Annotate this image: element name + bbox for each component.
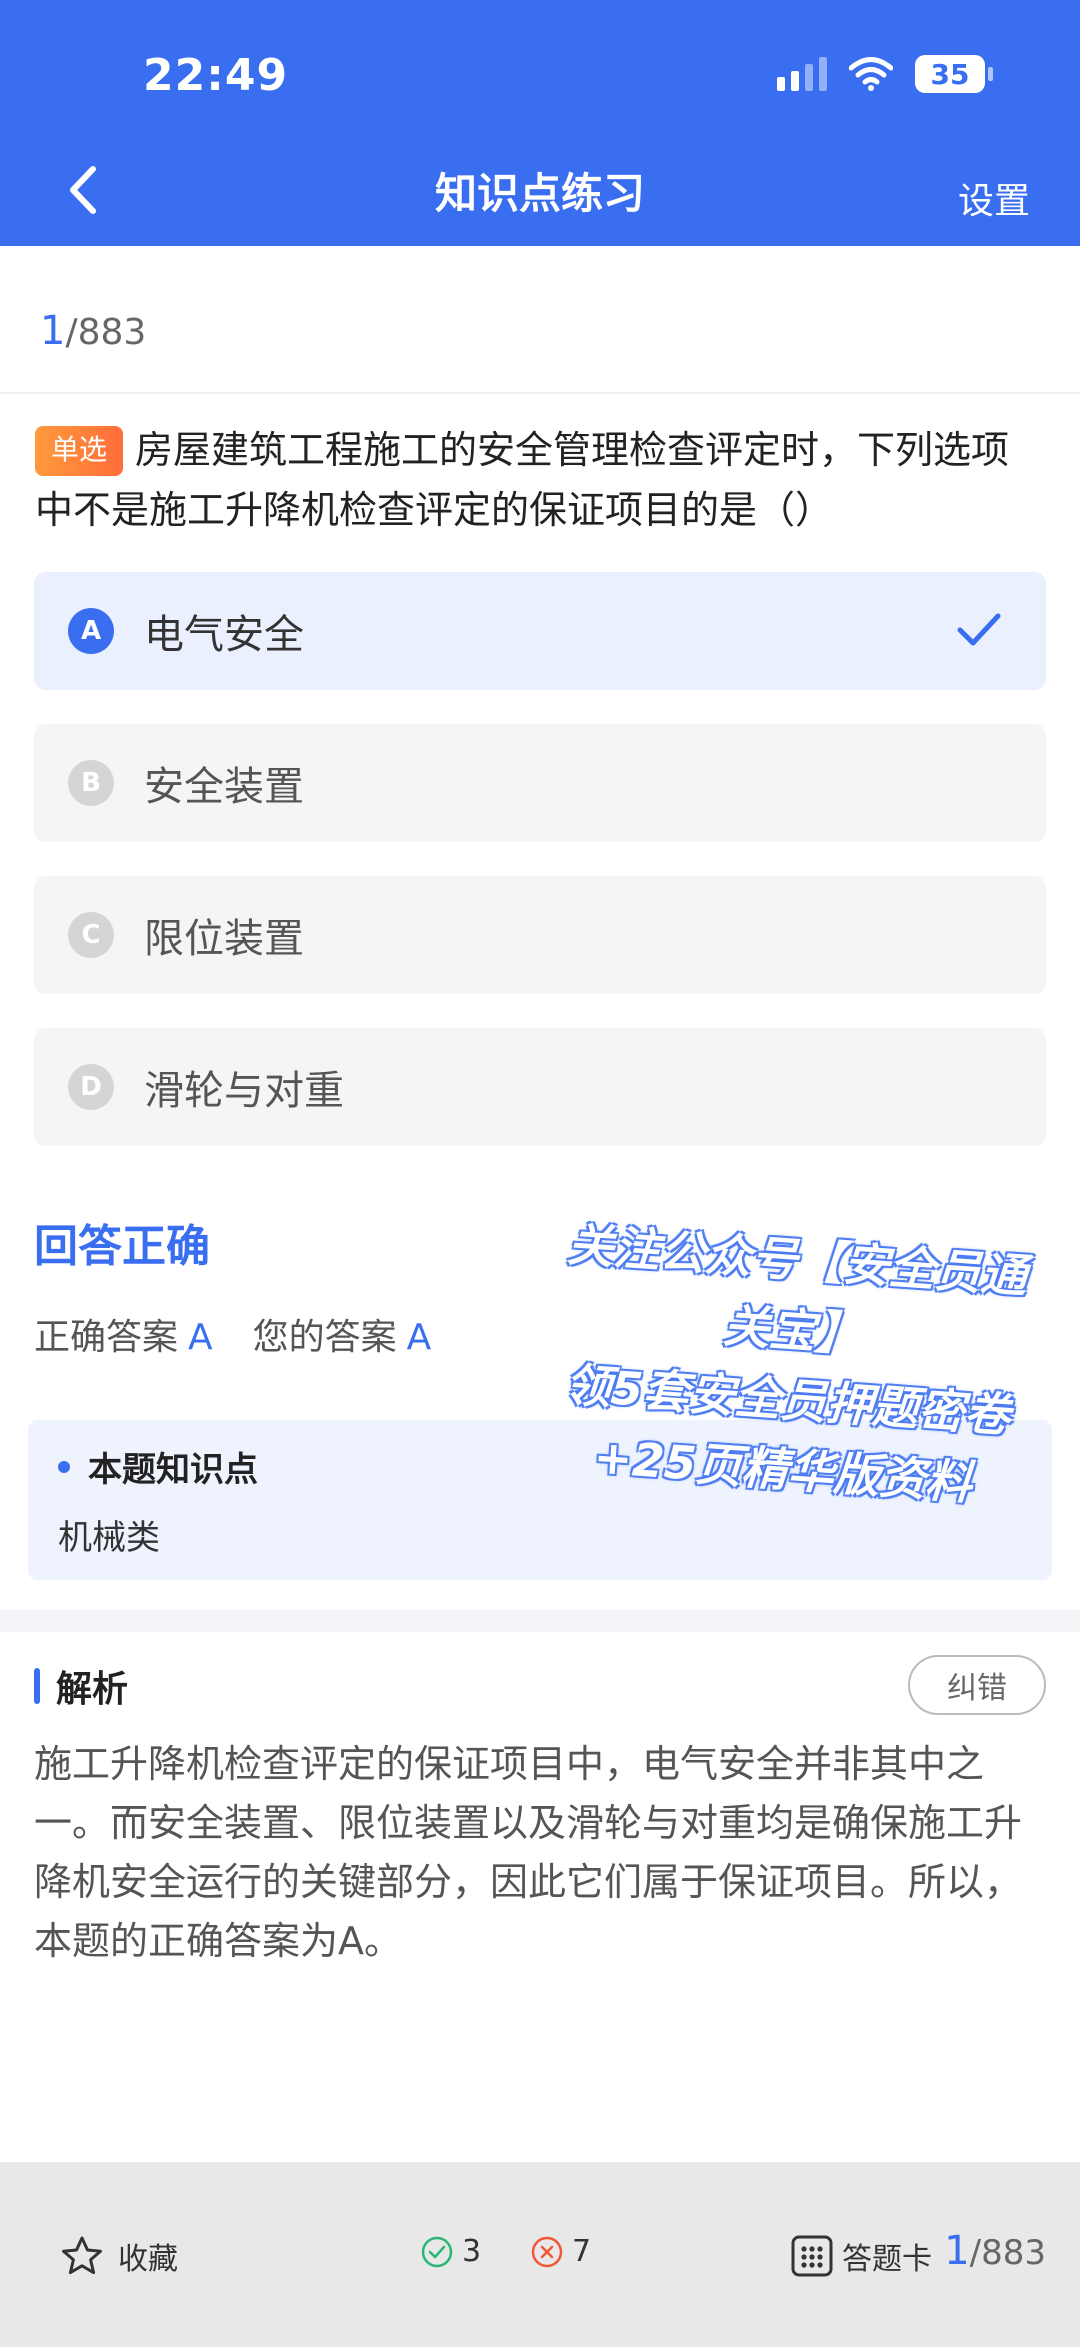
bottom-toolbar: 收藏 3 7 答题卡 1/883 xyxy=(0,2162,1080,2347)
answer-card-button[interactable]: 答题卡 xyxy=(790,2234,932,2278)
analysis-heading: 解析 xyxy=(34,1660,128,1712)
heading-accent-bar xyxy=(34,1668,40,1704)
option-letter: A xyxy=(68,608,114,654)
answer-card-label: 答题卡 xyxy=(842,2242,932,2277)
question-stem: 单选 房屋建筑工程施工的安全管理检查评定时，下列选项中不是施工升降机检查评定的保证… xyxy=(35,420,1045,540)
wrong-count-value: 7 xyxy=(572,2234,592,2269)
option-text: 滑轮与对重 xyxy=(144,1068,344,1114)
cellular-signal-icon xyxy=(777,57,827,91)
bottom-progress-total: /883 xyxy=(969,2233,1046,2273)
check-icon xyxy=(957,613,1001,646)
question-text: 房屋建筑工程施工的安全管理检查评定时，下列选项中不是施工升降机检查评定的保证项目… xyxy=(35,428,1010,532)
bottom-progress: 1/883 xyxy=(944,2228,1046,2274)
knowledge-point-heading: 本题知识点 xyxy=(58,1442,258,1491)
knowledge-point-title: 本题知识点 xyxy=(88,1450,258,1490)
option-letter: D xyxy=(68,1064,114,1110)
your-answer-label: 您的答案 xyxy=(252,1317,397,1358)
option-letter: C xyxy=(68,912,114,958)
question-progress: 1/883 xyxy=(40,308,146,354)
section-gap xyxy=(0,1610,1080,1632)
correct-circle-icon xyxy=(421,2236,453,2267)
favorite-button[interactable]: 收藏 xyxy=(60,2234,178,2278)
option-c[interactable]: C 限位装置 xyxy=(34,876,1046,994)
correct-answer-label: 正确答案 xyxy=(34,1317,179,1358)
correct-count: 3 xyxy=(420,2234,481,2269)
app-header: 22:49 35 知识点练习 设置 xyxy=(0,0,1080,246)
option-a[interactable]: A 电气安全 xyxy=(34,572,1046,690)
option-letter: B xyxy=(68,760,114,806)
grid-icon xyxy=(791,2235,833,2277)
divider xyxy=(0,392,1080,394)
question-type-badge: 单选 xyxy=(35,426,124,476)
progress-current: 1 xyxy=(40,308,66,354)
option-text: 安全装置 xyxy=(144,764,304,810)
result-title: 回答正确 xyxy=(34,1221,210,1272)
your-answer-value: A xyxy=(406,1317,432,1358)
status-time: 22:49 xyxy=(143,50,289,101)
correct-answer-value: A xyxy=(188,1317,213,1358)
page-title: 知识点练习 xyxy=(434,169,645,218)
answer-summary: 正确答案 A 您的答案 A xyxy=(34,1308,471,1360)
knowledge-point-value: 机械类 xyxy=(58,1518,160,1558)
wrong-circle-icon xyxy=(531,2236,563,2267)
wrong-count: 7 xyxy=(530,2234,591,2269)
bullet-dot-icon xyxy=(58,1460,70,1473)
settings-button[interactable]: 设置 xyxy=(958,172,1030,224)
status-icons: 35 xyxy=(777,55,993,93)
option-d[interactable]: D 滑轮与对重 xyxy=(34,1028,1046,1146)
analysis-text: 施工升降机检查评定的保证项目中，电气安全并非其中之一。而安全装置、限位装置以及滑… xyxy=(34,1742,1023,1963)
wifi-icon xyxy=(849,57,893,91)
option-text: 电气安全 xyxy=(144,612,304,658)
promo-watermark: 关注公众号【安全员通 关宝】 领5套安全员押题密卷 +25页精华版资料 xyxy=(501,1206,1079,1524)
option-text: 限位装置 xyxy=(144,916,304,962)
progress-total: /883 xyxy=(65,312,147,353)
bottom-progress-current: 1 xyxy=(944,2228,970,2274)
correct-count-value: 3 xyxy=(462,2234,482,2269)
option-b[interactable]: B 安全装置 xyxy=(34,724,1046,842)
favorite-label: 收藏 xyxy=(118,2242,178,2277)
analysis-title: 解析 xyxy=(56,1669,129,1710)
report-error-button[interactable]: 纠错 xyxy=(908,1655,1046,1715)
star-icon xyxy=(62,2236,102,2275)
battery-icon: 35 xyxy=(915,55,993,93)
